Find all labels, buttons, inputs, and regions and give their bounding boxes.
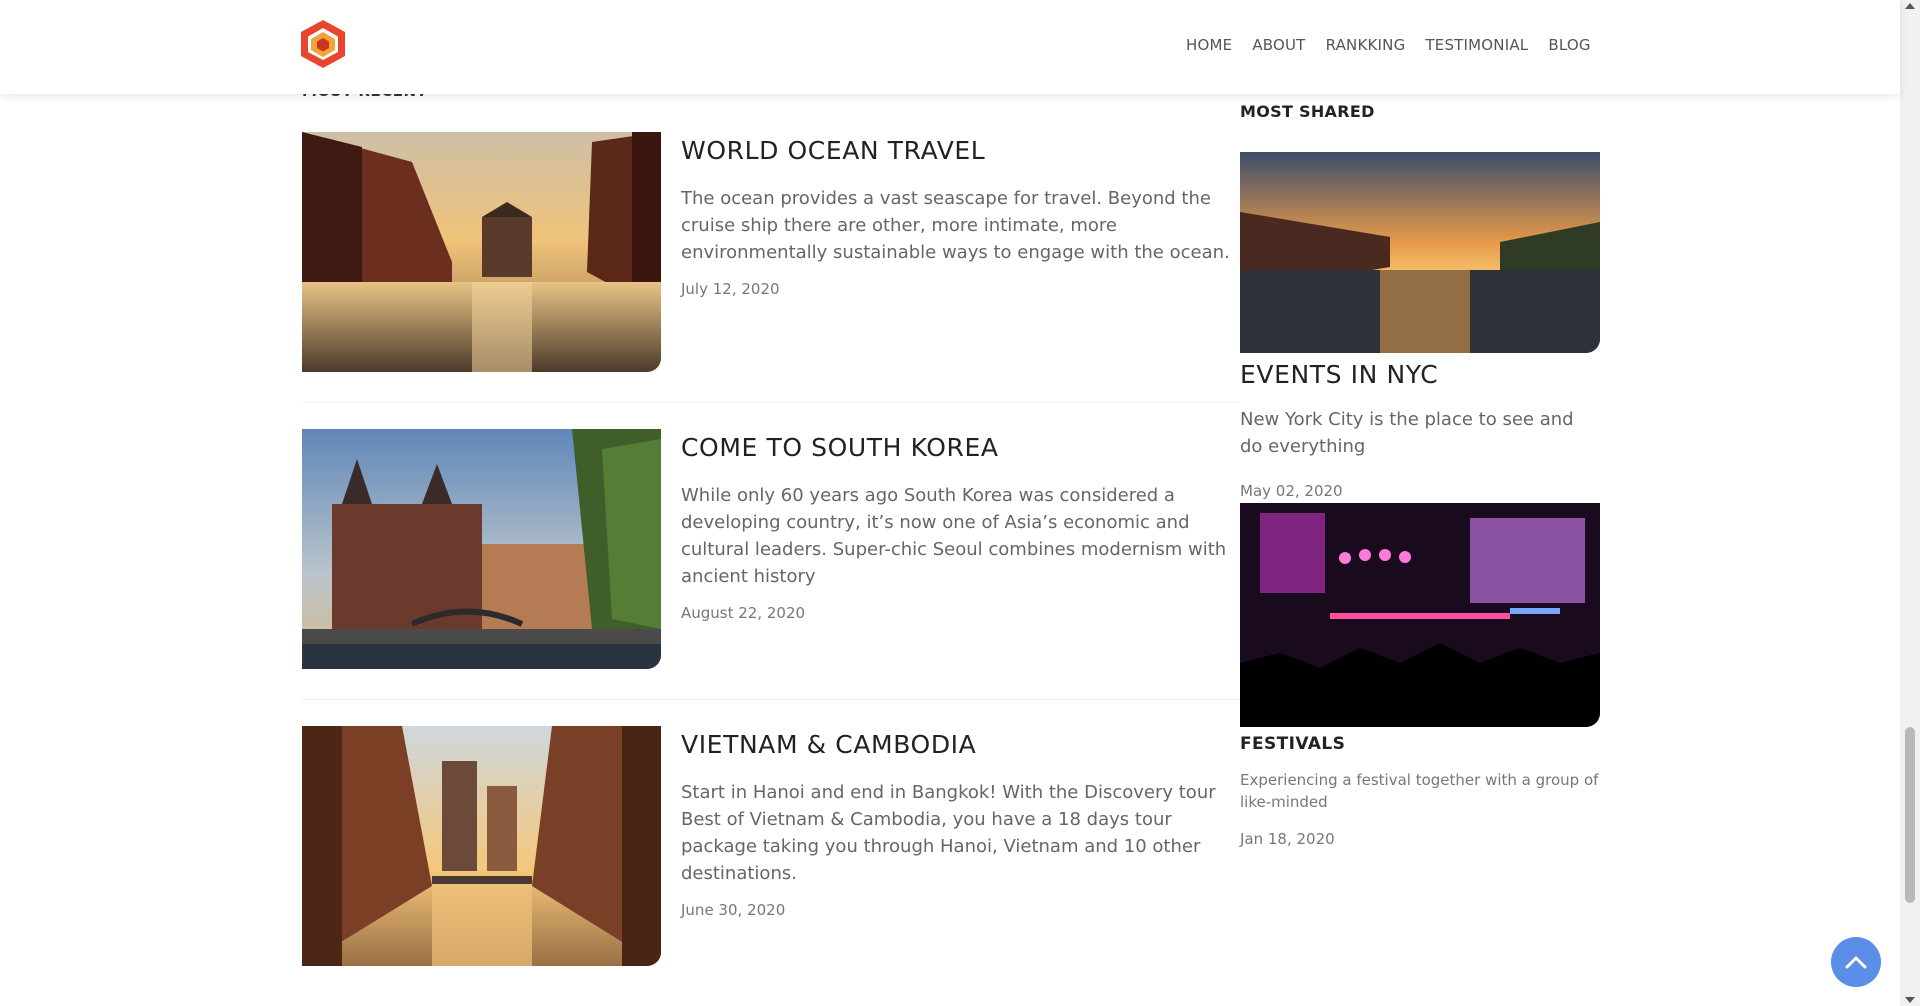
sidebar-post-date: May 02, 2020 xyxy=(1240,482,1343,500)
post-card: VIETNAM & CAMBODIA Start in Hanoi and en… xyxy=(302,726,1240,966)
nav-testimonial[interactable]: TESTIMONIAL xyxy=(1425,36,1528,54)
sidebar-post-description: New York City is the place to see and do… xyxy=(1240,409,1574,457)
nav-home[interactable]: HOME xyxy=(1186,36,1232,54)
page: HOME ABOUT RANKKING TESTIMONIAL BLOG MOS… xyxy=(0,0,1920,1006)
post-image-warehouses[interactable] xyxy=(302,726,661,966)
sidebar-post-title[interactable]: EVENTS IN NYC xyxy=(1240,360,1438,389)
post-title[interactable]: WORLD OCEAN TRAVEL xyxy=(681,136,1241,165)
post-image-canal[interactable] xyxy=(302,132,661,372)
main-nav: HOME ABOUT RANKKING TESTIMONIAL BLOG xyxy=(1186,36,1591,54)
sidebar-image-concert[interactable] xyxy=(1240,503,1600,727)
post-card: WORLD OCEAN TRAVEL The ocean provides a … xyxy=(302,132,1240,372)
post-date: June 30, 2020 xyxy=(681,901,786,919)
post-title[interactable]: VIETNAM & CAMBODIA xyxy=(681,730,1241,759)
chevron-up-icon xyxy=(1845,955,1867,969)
sidebar-image-sunset-canal[interactable] xyxy=(1240,152,1600,353)
post-title[interactable]: COME TO SOUTH KOREA xyxy=(681,433,1241,462)
post-date: August 22, 2020 xyxy=(681,604,806,622)
logo-icon[interactable] xyxy=(300,19,346,69)
post-content: WORLD OCEAN TRAVEL The ocean provides a … xyxy=(681,132,1241,298)
divider xyxy=(302,402,1240,403)
nav-ranking[interactable]: RANKKING xyxy=(1326,36,1406,54)
scroll-up-icon[interactable] xyxy=(1905,3,1915,9)
scroll-thumb[interactable] xyxy=(1905,727,1915,903)
site-header: HOME ABOUT RANKKING TESTIMONIAL BLOG xyxy=(0,0,1900,94)
divider xyxy=(302,699,1240,700)
nav-about[interactable]: ABOUT xyxy=(1252,36,1305,54)
scrollbar[interactable] xyxy=(1900,0,1920,1006)
back-to-top-button[interactable] xyxy=(1831,937,1881,987)
sidebar-post-date: Jan 18, 2020 xyxy=(1240,830,1335,848)
post-image-castle[interactable] xyxy=(302,429,661,669)
post-content: COME TO SOUTH KOREA While only 60 years … xyxy=(681,429,1241,622)
post-description: Start in Hanoi and end in Bangkok! With … xyxy=(681,782,1216,884)
sidebar-post-title[interactable]: FESTIVALS xyxy=(1240,734,1345,754)
post-description: While only 60 years ago South Korea was … xyxy=(681,485,1227,587)
nav-blog[interactable]: BLOG xyxy=(1548,36,1590,54)
post-date: July 12, 2020 xyxy=(681,280,780,298)
scroll-down-icon[interactable] xyxy=(1905,997,1915,1003)
post-description: The ocean provides a vast seascape for t… xyxy=(681,188,1230,263)
post-card: COME TO SOUTH KOREA While only 60 years … xyxy=(302,429,1240,669)
post-content: VIETNAM & CAMBODIA Start in Hanoi and en… xyxy=(681,726,1241,919)
sidebar-post-description: Experiencing a festival together with a … xyxy=(1240,771,1599,811)
most-shared-label: MOST SHARED xyxy=(1240,102,1375,121)
